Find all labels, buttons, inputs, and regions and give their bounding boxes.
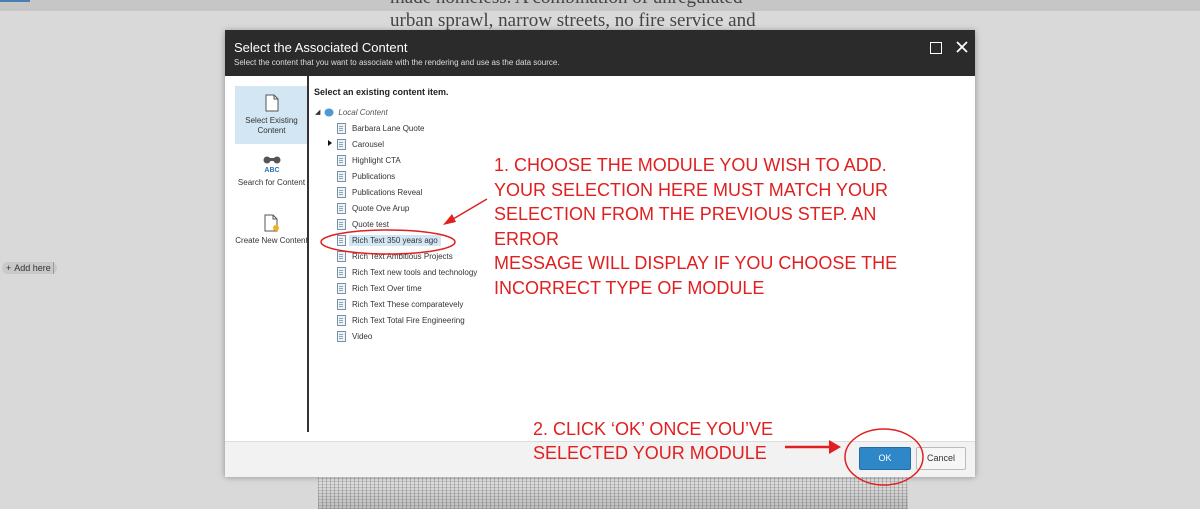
annotation-line: SELECTED YOUR MODULE [533, 443, 767, 463]
tree-item[interactable]: Carousel [337, 137, 384, 151]
annotation-step2: 2. CLICK ‘OK’ ONCE YOU’VE SELECTED YOUR … [533, 417, 793, 465]
top-bar-accent [0, 0, 30, 2]
annotation-step1: 1. CHOOSE THE MODULE YOU WISH TO ADD. YO… [494, 153, 934, 300]
dialog-title: Select the Associated Content [234, 40, 408, 55]
document-icon [337, 266, 346, 278]
sidebar-item-label: Select Existing Content [245, 116, 298, 135]
annotation-line: 2. CLICK ‘OK’ ONCE YOU’VE [533, 419, 774, 439]
document-icon [265, 94, 278, 112]
tree-item-selected[interactable]: Rich Text 350 years ago [337, 233, 441, 247]
tree-item[interactable]: Quote Ove Arup [337, 201, 409, 215]
document-icon [337, 218, 346, 230]
database-icon [324, 108, 334, 116]
document-icon [337, 298, 346, 310]
document-icon [337, 186, 346, 198]
annotation-line: YOUR SELECTION HERE MUST MATCH YOUR [494, 179, 889, 200]
binoculars-abc-icon: ABC [263, 156, 280, 174]
sidebar-item-label: Search for Content [237, 178, 306, 187]
tree-item[interactable]: Highlight CTA [337, 153, 401, 167]
plus-icon: + [6, 263, 12, 273]
annotation-line: INCORRECT TYPE OF MODULE [494, 277, 765, 298]
background-engraving-image [318, 476, 908, 509]
annotation-line: 1. CHOOSE THE MODULE YOU WISH TO ADD. [494, 155, 887, 175]
background-article-text: made homeless. A combination of unregula… [390, 0, 810, 32]
tree-item[interactable]: Rich Text Total Fire Engineering [337, 313, 465, 327]
dialog-subtitle: Select the content that you want to asso… [234, 58, 560, 67]
article-text-line: made homeless. A combination of unregula… [390, 0, 810, 9]
pane-divider[interactable] [307, 76, 309, 432]
sidebar-item-create-new[interactable]: Create New Content [235, 206, 308, 264]
maximize-icon[interactable] [930, 42, 942, 54]
add-here-label: Add here [14, 263, 51, 273]
tree-item[interactable]: Rich Text new tools and technology [337, 265, 477, 279]
tree-item[interactable]: Publications Reveal [337, 185, 422, 199]
tree-root-local-content[interactable]: ◢ Local Content [315, 105, 388, 119]
tree-item[interactable]: Rich Text These comparatevely [337, 297, 463, 311]
dialog-header: Select the Associated Content Select the… [225, 30, 975, 76]
document-icon [337, 154, 346, 166]
tree-item[interactable]: Barbara Lane Quote [337, 121, 425, 135]
ok-button[interactable]: OK [859, 447, 911, 470]
tree-item[interactable]: Video [337, 329, 372, 343]
document-icon [337, 170, 346, 182]
article-text-line: urban sprawl, narrow streets, no fire se… [390, 10, 756, 31]
document-icon [337, 330, 346, 342]
document-icon [337, 202, 346, 214]
document-icon [337, 314, 346, 326]
expand-arrow-icon[interactable] [328, 140, 332, 146]
svg-text:ABC: ABC [264, 167, 279, 174]
tree-item[interactable]: Quote test [337, 217, 389, 231]
document-icon [337, 282, 346, 294]
document-icon [337, 122, 346, 134]
sidebar-item-select-existing[interactable]: Select Existing Content [235, 86, 308, 144]
add-here-button[interactable]: + Add here [2, 262, 57, 274]
dialog-sidebar: Select Existing Content ABC Search for C… [225, 76, 308, 441]
new-document-icon [264, 214, 279, 232]
document-icon [337, 250, 346, 262]
document-icon [337, 138, 346, 150]
tree-item[interactable]: Publications [337, 169, 395, 183]
tree-item[interactable]: Rich Text Ambitious Projects [337, 249, 453, 263]
annotation-line: SELECTION FROM THE PREVIOUS STEP. AN ERR… [494, 204, 877, 249]
tree-root-label: Local Content [338, 107, 388, 117]
close-icon[interactable] [954, 39, 970, 55]
tree-heading: Select an existing content item. [314, 87, 449, 97]
cancel-button[interactable]: Cancel [916, 447, 966, 470]
document-icon [337, 234, 346, 246]
collapse-arrow-icon[interactable]: ◢ [315, 108, 320, 116]
sidebar-item-label: Create New Content [235, 236, 308, 245]
sidebar-item-search[interactable]: ABC Search for Content [235, 146, 308, 204]
tree-item[interactable]: Rich Text Over time [337, 281, 422, 295]
annotation-line: MESSAGE WILL DISPLAY IF YOU CHOOSE THE [494, 253, 898, 273]
placeholder-divider [53, 262, 54, 274]
